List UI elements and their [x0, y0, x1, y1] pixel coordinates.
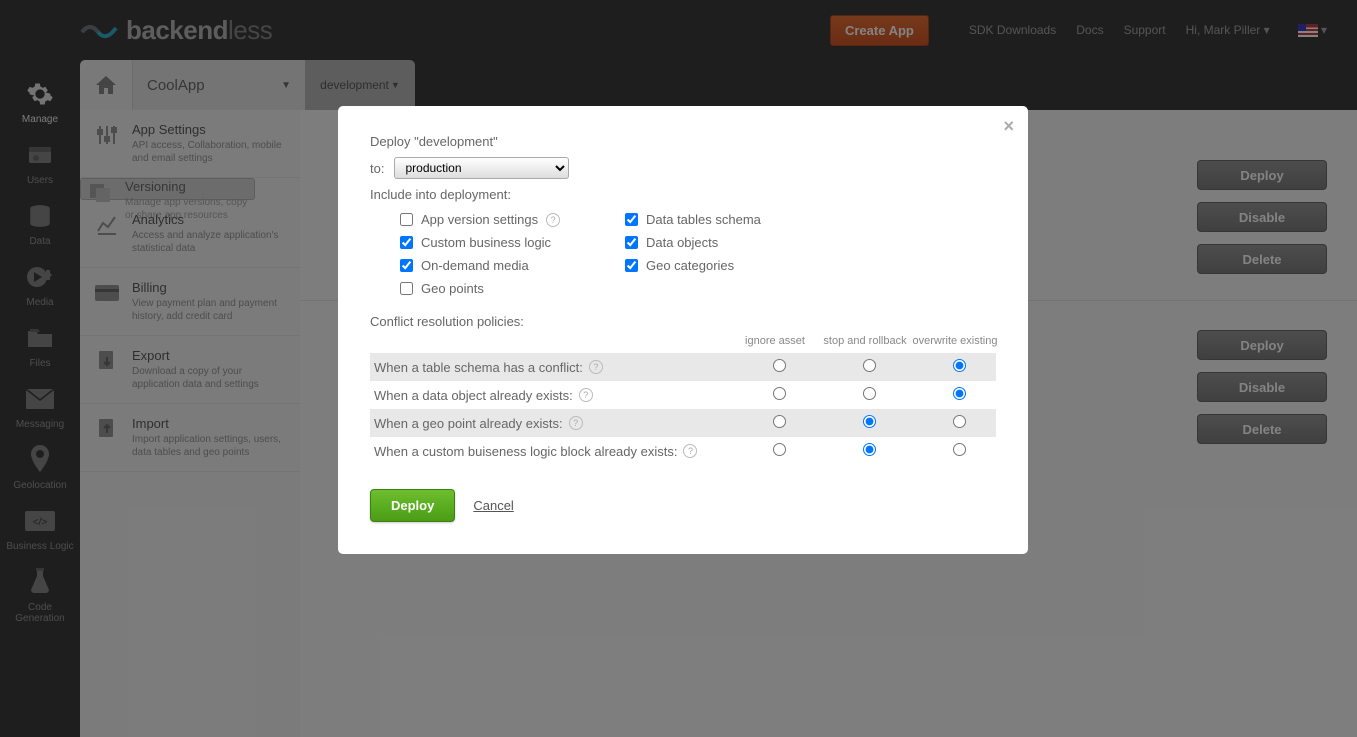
pol-row-label: When a data object already exists:: [374, 388, 573, 403]
target-select[interactable]: production: [394, 157, 569, 179]
cb-geo-pts-label: Geo points: [421, 281, 484, 296]
cancel-link[interactable]: Cancel: [473, 498, 513, 513]
pol-radio[interactable]: [863, 415, 876, 428]
pol-radio[interactable]: [953, 359, 966, 372]
pol-radio[interactable]: [773, 415, 786, 428]
to-label: to:: [370, 161, 384, 176]
help-icon[interactable]: ?: [579, 388, 593, 402]
cb-data-objects[interactable]: [625, 236, 638, 249]
cb-geo-pts[interactable]: [400, 282, 413, 295]
cb-custom-logic[interactable]: [400, 236, 413, 249]
close-icon[interactable]: ×: [1003, 116, 1014, 137]
pol-row: When a table schema has a conflict:?: [370, 353, 996, 381]
help-icon[interactable]: ?: [569, 416, 583, 430]
pol-col-ignore: ignore asset: [730, 335, 820, 347]
pol-row: When a geo point already exists:?: [370, 409, 996, 437]
include-label: Include into deployment:: [370, 187, 996, 202]
deploy-confirm-button[interactable]: Deploy: [370, 489, 455, 522]
cb-ondemand-media[interactable]: [400, 259, 413, 272]
pol-row: When a custom buiseness logic block alre…: [370, 437, 996, 465]
pol-col-overwrite: overwrite existing: [910, 335, 1000, 347]
pol-radio[interactable]: [773, 359, 786, 372]
cb-geo-cat-label: Geo categories: [646, 258, 734, 273]
pol-row-label: When a custom buiseness logic block alre…: [374, 444, 677, 459]
pol-row-label: When a table schema has a conflict:: [374, 360, 583, 375]
cb-data-schema[interactable]: [625, 213, 638, 226]
pol-radio[interactable]: [773, 443, 786, 456]
cb-custom-logic-label: Custom business logic: [421, 235, 551, 250]
pol-radio[interactable]: [953, 387, 966, 400]
pol-radio[interactable]: [863, 387, 876, 400]
pol-radio[interactable]: [863, 359, 876, 372]
pol-radio[interactable]: [953, 415, 966, 428]
pol-label: Conflict resolution policies:: [370, 314, 996, 329]
pol-col-rollback: stop and rollback: [820, 335, 910, 347]
pol-radio[interactable]: [953, 443, 966, 456]
pol-row-label: When a geo point already exists:: [374, 416, 563, 431]
modal-title: Deploy "development": [370, 134, 996, 149]
pol-radio[interactable]: [773, 387, 786, 400]
cb-data-objects-label: Data objects: [646, 235, 718, 250]
cb-ondemand-media-label: On-demand media: [421, 258, 529, 273]
cb-geo-cat[interactable]: [625, 259, 638, 272]
help-icon[interactable]: ?: [546, 213, 560, 227]
deploy-modal: × Deploy "development" to: production In…: [338, 106, 1028, 554]
help-icon[interactable]: ?: [683, 444, 697, 458]
cb-data-schema-label: Data tables schema: [646, 212, 761, 227]
pol-row: When a data object already exists:?: [370, 381, 996, 409]
pol-radio[interactable]: [863, 443, 876, 456]
cb-app-version-label: App version settings: [421, 212, 538, 227]
cb-app-version[interactable]: [400, 213, 413, 226]
help-icon[interactable]: ?: [589, 360, 603, 374]
